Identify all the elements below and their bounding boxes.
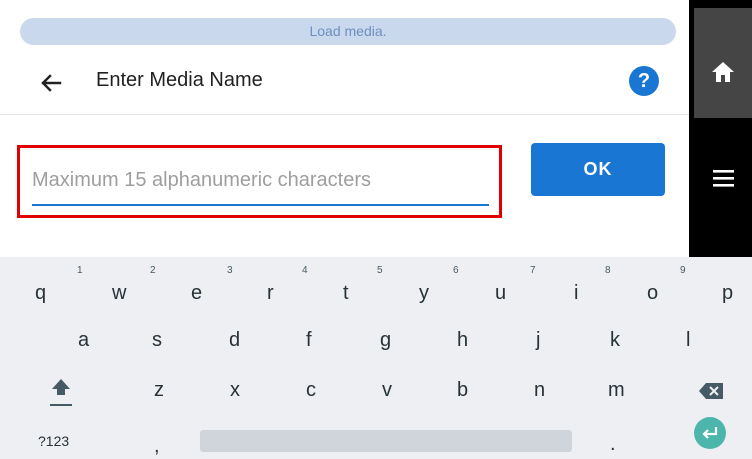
- page-title: Enter Media Name: [96, 69, 263, 91]
- home-icon: [712, 62, 734, 82]
- key-s[interactable]: s: [152, 329, 162, 352]
- home-button[interactable]: [694, 8, 752, 118]
- comma-key[interactable]: ,: [154, 435, 160, 458]
- key-d[interactable]: d: [229, 329, 240, 352]
- shift-icon: [50, 379, 72, 406]
- key-hint: 3: [227, 265, 233, 276]
- key-y[interactable]: y: [419, 282, 429, 305]
- key-e[interactable]: e: [191, 282, 202, 305]
- key-a[interactable]: a: [78, 329, 89, 352]
- backspace-key[interactable]: [697, 379, 727, 403]
- key-l[interactable]: l: [686, 329, 690, 352]
- help-icon[interactable]: ?: [629, 66, 659, 96]
- key-v[interactable]: v: [382, 379, 392, 402]
- key-m[interactable]: m: [608, 379, 625, 402]
- input-underline: [32, 204, 489, 206]
- key-b[interactable]: b: [457, 379, 468, 402]
- enter-icon: [702, 427, 718, 439]
- backspace-icon: [699, 383, 723, 399]
- key-u[interactable]: u: [495, 282, 506, 305]
- key-w[interactable]: w: [112, 282, 126, 305]
- media-name-field-highlight: [17, 145, 502, 218]
- soft-keyboard: q w e r t y u i o p 1 2 3 4 5 6 7 8 9 a …: [0, 257, 752, 459]
- key-t[interactable]: t: [343, 282, 349, 305]
- key-x[interactable]: x: [230, 379, 240, 402]
- key-o[interactable]: o: [647, 282, 658, 305]
- media-name-input[interactable]: [32, 160, 488, 200]
- key-hint: 5: [377, 265, 383, 276]
- menu-icon: [713, 170, 734, 187]
- key-hint: 1: [77, 265, 83, 276]
- key-hint: 8: [605, 265, 611, 276]
- header-bar: Enter Media Name ?: [0, 52, 689, 112]
- symbols-key[interactable]: ?123: [38, 433, 69, 449]
- key-z[interactable]: z: [154, 379, 164, 402]
- period-key[interactable]: .: [610, 433, 616, 456]
- key-hint: 4: [302, 265, 308, 276]
- menu-button[interactable]: [694, 123, 752, 248]
- header-divider: [0, 114, 689, 115]
- key-i[interactable]: i: [574, 282, 578, 305]
- app-screen: Load media. Enter Media Name ? OK: [0, 0, 689, 230]
- shift-key[interactable]: [46, 375, 76, 409]
- key-g[interactable]: g: [380, 329, 391, 352]
- toast-message: Load media.: [20, 18, 676, 45]
- key-f[interactable]: f: [306, 329, 312, 352]
- key-hint: 6: [453, 265, 459, 276]
- key-k[interactable]: k: [610, 329, 620, 352]
- key-r[interactable]: r: [267, 282, 274, 305]
- key-c[interactable]: c: [306, 379, 316, 402]
- key-h[interactable]: h: [457, 329, 468, 352]
- ok-button[interactable]: OK: [531, 143, 665, 196]
- key-q[interactable]: q: [35, 282, 46, 305]
- key-hint: 9: [680, 265, 686, 276]
- enter-key[interactable]: [694, 417, 726, 449]
- key-hint: 2: [150, 265, 156, 276]
- key-n[interactable]: n: [534, 379, 545, 402]
- space-bar[interactable]: [200, 430, 572, 452]
- key-j[interactable]: j: [536, 329, 540, 352]
- key-hint: 7: [530, 265, 536, 276]
- back-arrow-icon[interactable]: [36, 68, 66, 98]
- key-p[interactable]: p: [722, 282, 733, 305]
